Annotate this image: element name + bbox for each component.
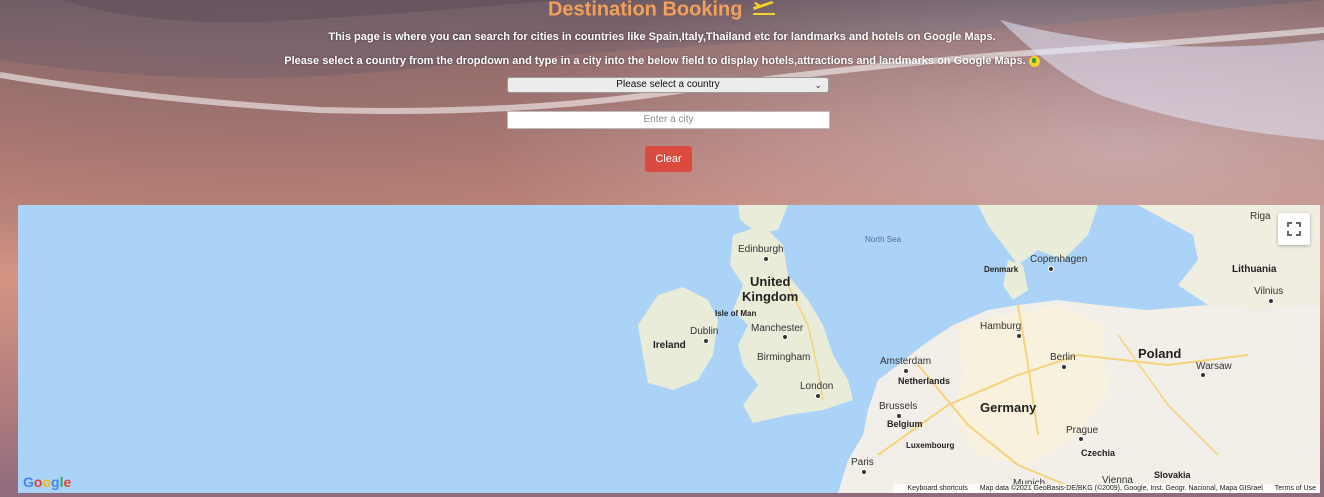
map-label-north-sea: North Sea	[865, 235, 902, 244]
map-data-text: Map data ©2021 GeoBasis-DE/BKG (©2009), …	[979, 485, 1263, 492]
map-label-dublin: Dublin	[690, 326, 719, 337]
map-label-birmingham: Birmingham	[757, 352, 811, 363]
country-select-value: Please select a country	[616, 79, 720, 90]
map-label-germany: Germany	[980, 400, 1037, 415]
map-label-luxembourg: Luxembourg	[906, 441, 955, 450]
keyboard-shortcuts-link[interactable]: Keyboard shortcuts	[907, 485, 967, 492]
city-marker	[763, 256, 769, 262]
map-label-berlin: Berlin	[1050, 352, 1076, 363]
city-marker	[1016, 333, 1022, 339]
description-line-2: Please select a country from the dropdow…	[0, 55, 1324, 67]
map-label-slovakia: Slovakia	[1154, 470, 1191, 480]
map-label-hamburg: Hamburg	[980, 321, 1022, 332]
map-label-edinburgh: Edinburgh	[738, 244, 784, 255]
map-label-ireland: Ireland	[653, 340, 686, 351]
country-select[interactable]: Please select a country ⌄	[507, 77, 829, 93]
map-label-manchester: Manchester	[751, 323, 804, 334]
city-marker	[1268, 298, 1274, 304]
google-map[interactable]: North Sea Riga Edinburgh United Kingdom …	[18, 205, 1320, 493]
city-marker	[903, 368, 909, 374]
city-marker	[815, 393, 821, 399]
clear-button[interactable]: Clear	[645, 146, 692, 172]
map-label-vilnius: Vilnius	[1254, 286, 1284, 297]
fullscreen-button[interactable]	[1278, 213, 1310, 245]
map-label-riga: Riga	[1250, 211, 1271, 222]
city-marker	[896, 413, 902, 419]
map-label-poland: Poland	[1138, 346, 1182, 361]
city-marker	[1078, 436, 1084, 442]
map-label-united: United	[750, 274, 791, 289]
terms-of-use-link[interactable]: Terms of Use	[1275, 485, 1316, 492]
chevron-down-icon: ⌄	[814, 80, 822, 90]
city-marker	[1061, 364, 1067, 370]
map-attribution: Keyboard shortcuts Map data ©2021 GeoBas…	[893, 484, 1320, 493]
airplane-icon	[752, 0, 776, 22]
city-marker	[1200, 372, 1206, 378]
city-marker	[703, 338, 709, 344]
map-label-brussels: Brussels	[879, 401, 918, 412]
city-marker	[861, 469, 867, 475]
google-logo[interactable]: Google	[23, 474, 71, 490]
description-line-1: This page is where you can search for ci…	[328, 31, 996, 43]
globe-icon	[1028, 55, 1040, 67]
city-marker	[1048, 266, 1054, 272]
page-title: Destination Booking	[0, 0, 1324, 22]
map-label-denmark: Denmark	[984, 265, 1019, 274]
city-input[interactable]: Enter a city	[507, 111, 830, 129]
map-label-kingdom: Kingdom	[742, 289, 799, 304]
map-label-czechia: Czechia	[1081, 448, 1116, 458]
map-label-london: London	[800, 381, 834, 392]
city-marker	[782, 334, 788, 340]
map-label-lithuania: Lithuania	[1232, 264, 1277, 275]
description-line-2-text: Please select a country from the dropdow…	[284, 55, 1026, 67]
page-title-text: Destination Booking	[547, 0, 743, 21]
map-label-isle-of-man: Isle of Man	[715, 309, 757, 318]
city-input-placeholder: Enter a city	[643, 114, 694, 125]
map-label-warsaw: Warsaw	[1196, 361, 1232, 372]
map-label-copenhagen: Copenhagen	[1030, 254, 1088, 265]
map-label-amsterdam: Amsterdam	[880, 356, 932, 367]
map-label-prague: Prague	[1066, 425, 1099, 436]
fullscreen-icon	[1287, 222, 1301, 236]
map-label-belgium: Belgium	[887, 419, 923, 429]
map-label-paris: Paris	[851, 457, 874, 468]
map-label-netherlands: Netherlands	[898, 376, 951, 386]
